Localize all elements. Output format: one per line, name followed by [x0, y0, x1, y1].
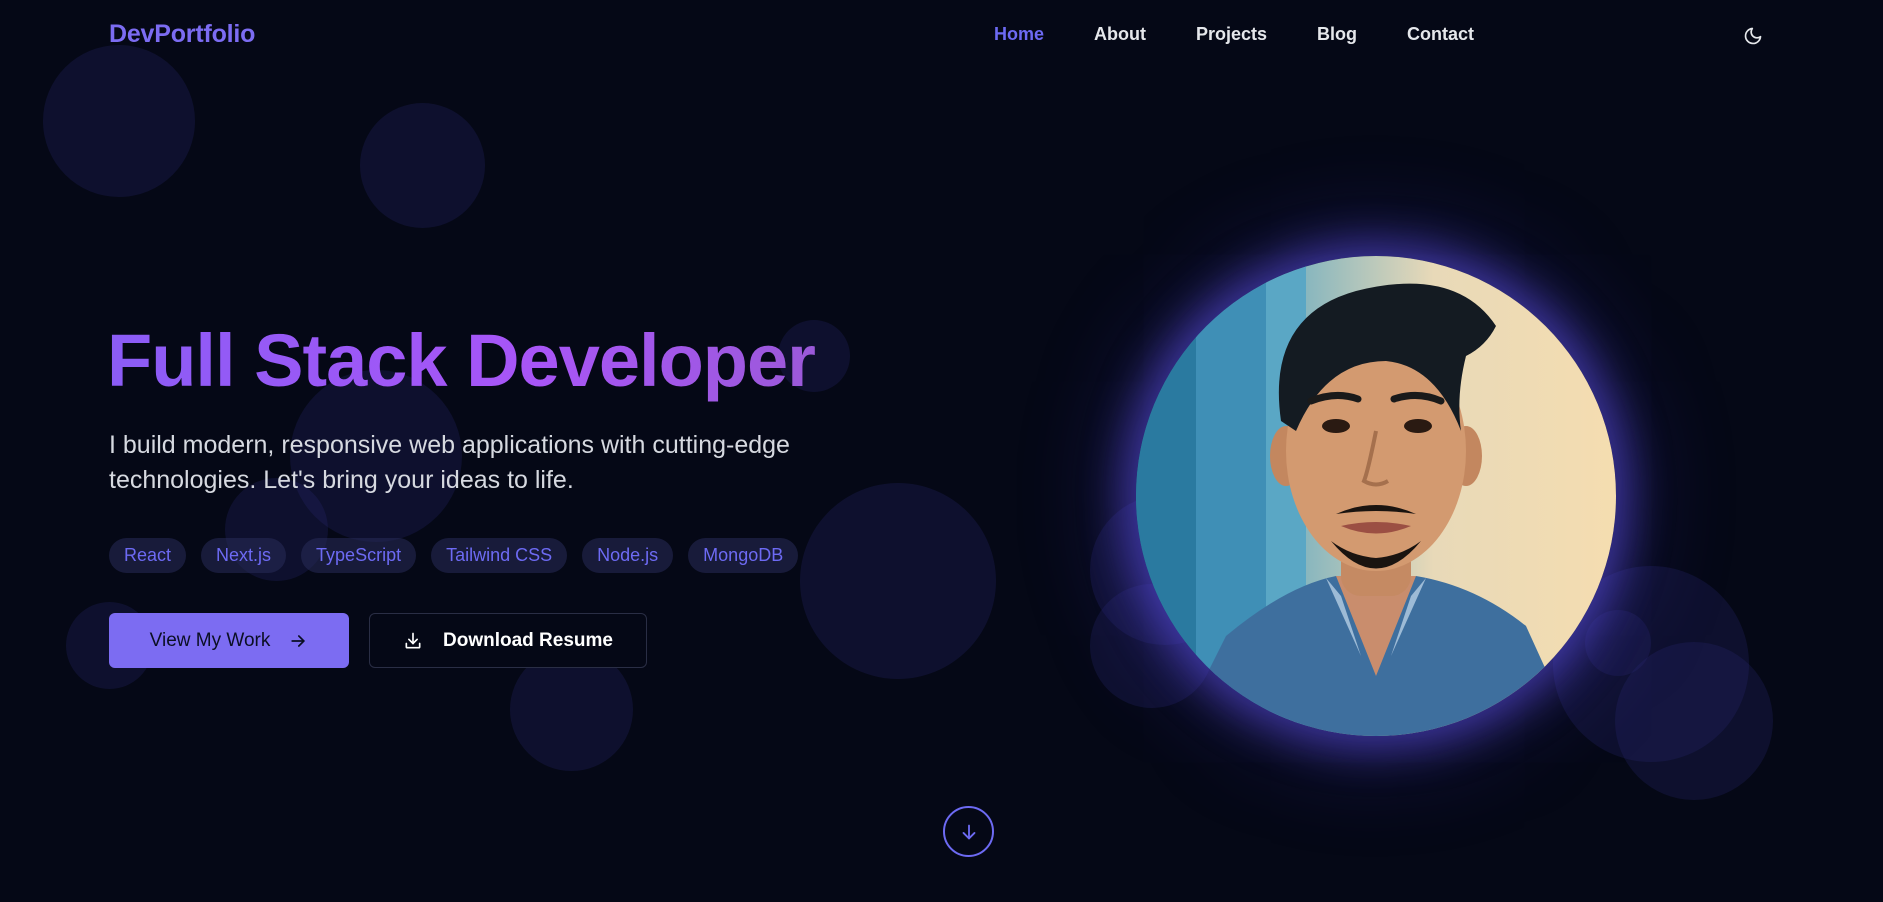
download-resume-button[interactable]: Download Resume [369, 613, 647, 668]
nav-link-contact[interactable]: Contact [1407, 24, 1474, 45]
nav-links: Home About Projects Blog Contact [994, 24, 1474, 45]
portfolio-page: DevPortfolio Home About Projects Blog Co… [0, 0, 1883, 902]
moon-icon [1744, 27, 1762, 45]
nav-link-projects[interactable]: Projects [1196, 24, 1267, 45]
bg-bubble [800, 483, 996, 679]
download-resume-label: Download Resume [443, 629, 613, 651]
arrow-right-icon [291, 634, 306, 647]
hero-subtitle: I build modern, responsive web applicati… [109, 431, 790, 494]
tech-tag: React [109, 538, 187, 573]
tech-tag-list: React Next.js TypeScript Tailwind CSS No… [109, 538, 799, 573]
tech-tag: TypeScript [301, 538, 417, 573]
download-icon [405, 632, 421, 648]
tech-tag: Node.js [582, 538, 674, 573]
tech-tag: Next.js [201, 538, 287, 573]
nav-link-home[interactable]: Home [994, 24, 1044, 45]
bg-bubble [360, 103, 485, 228]
view-my-work-label: View My Work [149, 629, 271, 651]
profile-photo [1136, 256, 1616, 736]
arrow-down-icon [962, 824, 975, 839]
bg-bubble [1585, 610, 1651, 676]
tech-tag: Tailwind CSS [431, 538, 568, 573]
theme-toggle-button[interactable] [1740, 23, 1766, 49]
hero-title: Full Stack Developer [107, 319, 816, 402]
nav-link-about[interactable]: About [1094, 24, 1146, 45]
scroll-down-button[interactable] [943, 806, 994, 857]
tech-tag: MongoDB [688, 538, 799, 573]
site-logo[interactable]: DevPortfolio [109, 20, 255, 49]
profile-portrait-illustration [1136, 256, 1576, 736]
top-navigation: DevPortfolio Home About Projects Blog Co… [0, 0, 1883, 72]
view-my-work-button[interactable]: View My Work [109, 613, 349, 668]
nav-link-blog[interactable]: Blog [1317, 24, 1357, 45]
